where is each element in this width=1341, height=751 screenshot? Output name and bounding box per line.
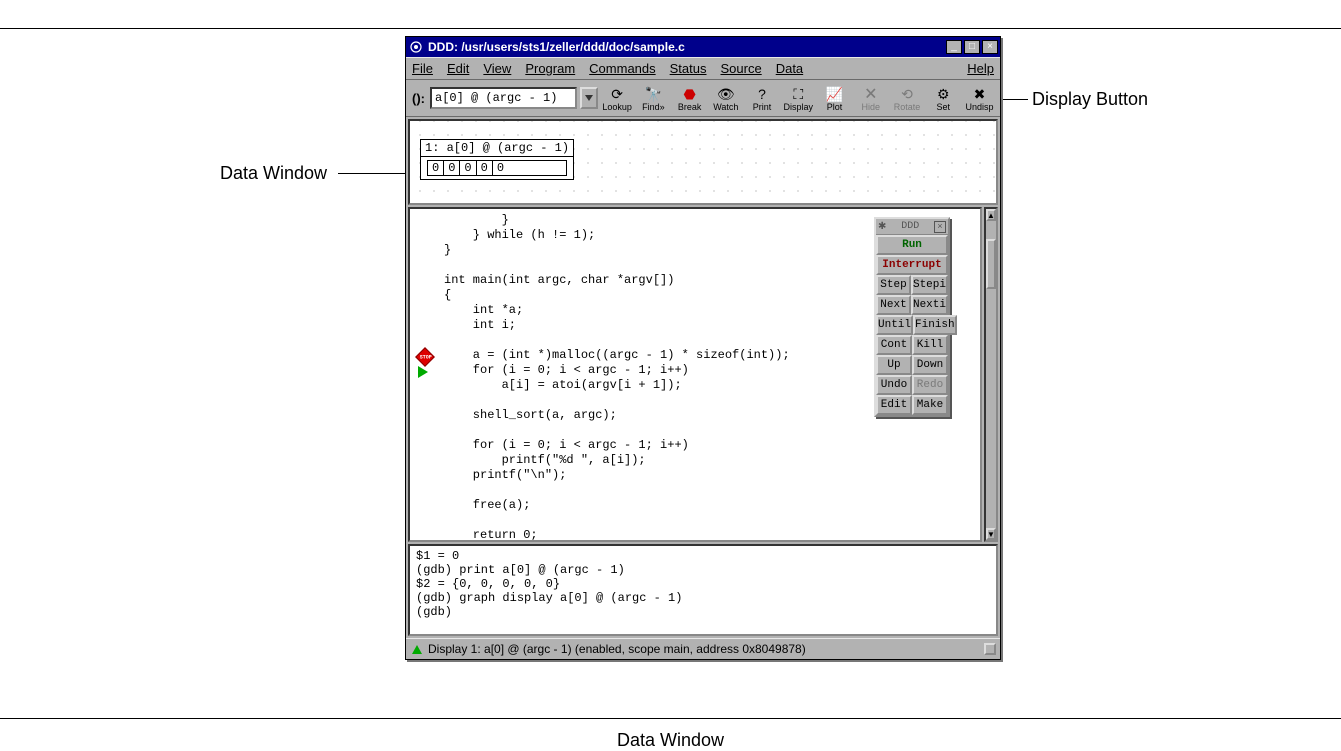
minimize-button[interactable]: _	[946, 40, 962, 54]
rotate-icon: ⟲	[901, 86, 913, 102]
callout-line	[338, 173, 413, 174]
command-tool[interactable]: ✱ DDD × Run Interrupt Step Stepi Next Ne…	[874, 217, 950, 417]
display-box[interactable]: 1: a[0] @ (argc - 1) 00000	[420, 139, 574, 180]
scroll-thumb[interactable]	[986, 239, 996, 289]
watch-button[interactable]: 👁Watch	[709, 83, 742, 113]
figure-caption: Data Window	[0, 730, 1341, 751]
find-button[interactable]: 🔭Find»	[637, 83, 670, 113]
callout-display-button: Display Button	[1032, 89, 1148, 110]
hide-button[interactable]: 🗙Hide	[854, 83, 887, 113]
step-button[interactable]: Step	[876, 275, 911, 295]
resize-grip[interactable]	[984, 643, 996, 655]
menu-help[interactable]: Help	[967, 61, 994, 76]
expression-dropdown-button[interactable]	[580, 87, 598, 109]
cont-button[interactable]: Cont	[876, 335, 912, 355]
menu-source[interactable]: Source	[721, 61, 762, 76]
titlebar[interactable]: DDD: /usr/users/sts1/zeller/ddd/doc/samp…	[406, 37, 1000, 57]
display-box-title: 1: a[0] @ (argc - 1)	[421, 140, 573, 157]
menu-file[interactable]: File	[412, 61, 433, 76]
display-cell: 0	[493, 161, 508, 175]
next-button[interactable]: Next	[876, 295, 911, 315]
question-icon: ?	[758, 86, 766, 102]
stepi-button[interactable]: Stepi	[911, 275, 948, 295]
undisp-button[interactable]: ✖Undisp	[963, 83, 996, 113]
command-tool-titlebar[interactable]: ✱ DDD ×	[876, 219, 948, 235]
break-button[interactable]: ⬣Break	[673, 83, 706, 113]
undo-button[interactable]: Undo	[876, 375, 912, 395]
breakpoint-icon[interactable]	[415, 347, 435, 367]
statusbar: Display 1: a[0] @ (argc - 1) (enabled, s…	[406, 638, 1000, 659]
source-scrollbar[interactable]: ▲ ▼	[984, 207, 998, 542]
menu-data[interactable]: Data	[776, 61, 803, 76]
callout-data-window: Data Window	[220, 163, 327, 184]
menu-commands[interactable]: Commands	[589, 61, 655, 76]
menu-program[interactable]: Program	[525, 61, 575, 76]
window-title: DDD: /usr/users/sts1/zeller/ddd/doc/samp…	[428, 40, 944, 54]
command-tool-icon: ✱	[878, 221, 886, 233]
ddd-main-window: DDD: /usr/users/sts1/zeller/ddd/doc/samp…	[405, 36, 1001, 660]
maximize-button[interactable]: □	[964, 40, 980, 54]
command-tool-close[interactable]: ×	[934, 221, 946, 233]
close-button[interactable]: ×	[982, 40, 998, 54]
display-cell: 0	[428, 161, 444, 175]
until-button[interactable]: Until	[876, 315, 913, 335]
display-button[interactable]: ⛶Display	[782, 83, 815, 113]
source-gutter	[412, 213, 442, 536]
eye-icon: 👁	[717, 86, 735, 102]
display-cell: 0	[444, 161, 460, 175]
edit-button[interactable]: Edit	[876, 395, 912, 415]
scroll-down-icon[interactable]: ▼	[986, 528, 996, 540]
display-cell: 0	[477, 161, 493, 175]
refresh-icon: ⟳	[611, 86, 623, 102]
display-array: 00000	[427, 160, 567, 176]
status-text: Display 1: a[0] @ (argc - 1) (enabled, s…	[428, 642, 806, 656]
display-icon: ⛶	[793, 86, 803, 102]
menu-edit[interactable]: Edit	[447, 61, 469, 76]
command-tool-title: DDD	[901, 221, 919, 232]
binoculars-icon: 🔭	[645, 86, 662, 102]
interrupt-button[interactable]: Interrupt	[876, 255, 948, 275]
lookup-button[interactable]: ⟳Lookup	[601, 83, 634, 113]
rotate-button[interactable]: ⟲Rotate	[890, 83, 923, 113]
print-button[interactable]: ?Print	[745, 83, 778, 113]
menu-status[interactable]: Status	[670, 61, 707, 76]
up-button[interactable]: Up	[876, 355, 912, 375]
data-window-pane[interactable]: 1: a[0] @ (argc - 1) 00000	[408, 119, 998, 205]
hide-icon: 🗙	[865, 86, 876, 102]
current-line-icon	[418, 366, 428, 378]
finish-button[interactable]: Finish	[913, 315, 957, 335]
scroll-up-icon[interactable]: ▲	[986, 209, 996, 221]
menubar: File Edit View Program Commands Status S…	[406, 57, 1000, 80]
app-icon	[408, 39, 424, 55]
display-cell: 0	[460, 161, 476, 175]
gdb-console-pane[interactable]: $1 = 0 (gdb) print a[0] @ (argc - 1) $2 …	[408, 544, 998, 636]
stop-icon: ⬣	[683, 86, 695, 102]
menu-view[interactable]: View	[483, 61, 511, 76]
kill-button[interactable]: Kill	[912, 335, 948, 355]
plot-button[interactable]: 📈Plot	[818, 83, 851, 113]
nexti-button[interactable]: Nexti	[911, 295, 948, 315]
make-button[interactable]: Make	[912, 395, 948, 415]
undisplay-icon: ✖	[974, 86, 986, 102]
set-button[interactable]: ⚙Set	[927, 83, 960, 113]
expression-input[interactable]: a[0] @ (argc - 1)	[430, 87, 577, 109]
plot-icon: 📈	[826, 86, 843, 102]
source-pane[interactable]: } } while (h != 1); } int main(int argc,…	[408, 207, 982, 542]
status-led-icon	[412, 645, 422, 654]
down-button[interactable]: Down	[912, 355, 948, 375]
redo-button[interactable]: Redo	[912, 375, 948, 395]
gear-icon: ⚙	[937, 86, 950, 102]
run-button[interactable]: Run	[876, 235, 948, 255]
toolbar: (): a[0] @ (argc - 1) ⟳Lookup 🔭Find» ⬣Br…	[406, 80, 1000, 117]
toolbar-prompt: ():	[412, 91, 425, 106]
